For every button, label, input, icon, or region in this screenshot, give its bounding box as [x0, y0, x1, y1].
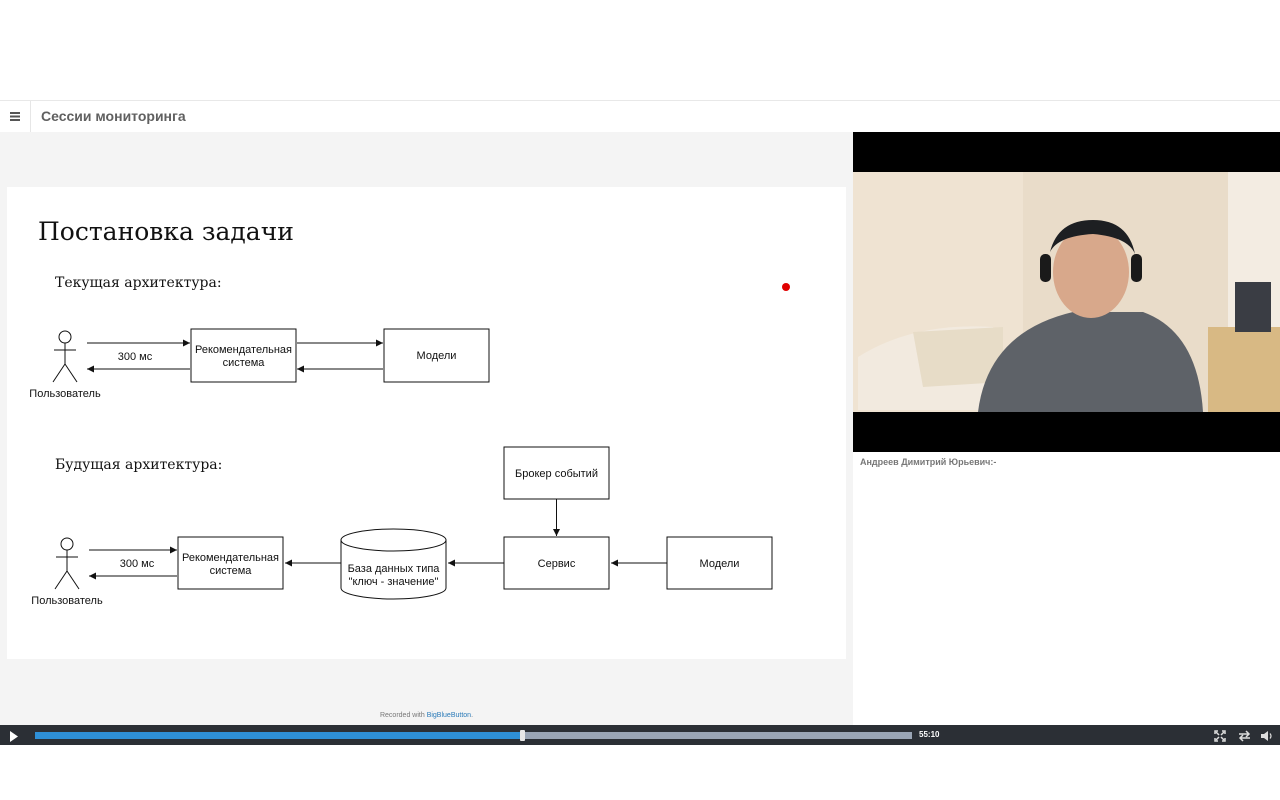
recsys-label-current-2: система: [223, 357, 266, 369]
recsys-label-current-1: Рекомендательная: [195, 344, 292, 356]
menu-button[interactable]: [0, 101, 31, 132]
models-label-future: Модели: [700, 558, 740, 570]
webcam-caption: Андреев Димитрий Юрьевич:-: [860, 457, 997, 467]
bigbluebutton-link[interactable]: BigBlueButton: [427, 712, 471, 719]
play-button[interactable]: [9, 729, 19, 747]
recorded-with-note: Recorded with BigBlueButton.: [0, 712, 853, 719]
latency-label-current: 300 мс: [118, 351, 153, 363]
volume-icon: [1261, 731, 1272, 741]
user-label-future: Пользователь: [31, 595, 103, 607]
recsys-label-future-2: система: [210, 565, 253, 577]
webcam-video[interactable]: [853, 132, 1280, 452]
session-title: Сессии мониторинга: [41, 108, 186, 124]
progress-track[interactable]: [35, 730, 912, 741]
recorded-prefix: Recorded with: [379, 712, 427, 719]
user-label-current: Пользователь: [29, 388, 101, 400]
progress-handle[interactable]: [519, 730, 525, 741]
service-label: Сервис: [538, 558, 576, 570]
slide: Постановка задачи Текущая архитектура: Б…: [7, 187, 846, 659]
recsys-label-future-1: Рекомендательная: [182, 552, 279, 564]
webcam-frame: [853, 132, 1280, 452]
presentation-area: Постановка задачи Текущая архитектура: Б…: [0, 132, 853, 725]
recorded-suffix: .: [471, 712, 474, 719]
hamburger-icon: [10, 112, 20, 121]
db-label-1: База данных типа: [348, 563, 441, 575]
volume-button[interactable]: [1260, 729, 1273, 747]
user-figure-current: [52, 330, 78, 383]
pointer-dot: [782, 283, 790, 291]
swap-icon: [1238, 730, 1251, 742]
fullscreen-button[interactable]: [1214, 729, 1226, 747]
swap-button[interactable]: [1238, 729, 1251, 747]
architecture-diagram: Пользователь 300 мс Рекомендательная сис…: [29, 283, 790, 607]
user-figure-future: [54, 537, 80, 590]
player-bar: 55:10: [0, 725, 1280, 745]
time-display: 55:10: [919, 730, 940, 739]
play-icon: [10, 731, 18, 742]
db-label-2: "ключ - значение": [349, 576, 439, 588]
latency-label-future: 300 мс: [120, 558, 155, 570]
fullscreen-icon: [1214, 730, 1226, 742]
models-label-current: Модели: [417, 350, 457, 362]
top-bar: Сессии мониторинга: [0, 100, 1280, 132]
broker-label: Брокер событий: [515, 468, 598, 480]
progress-fill: [35, 732, 522, 739]
